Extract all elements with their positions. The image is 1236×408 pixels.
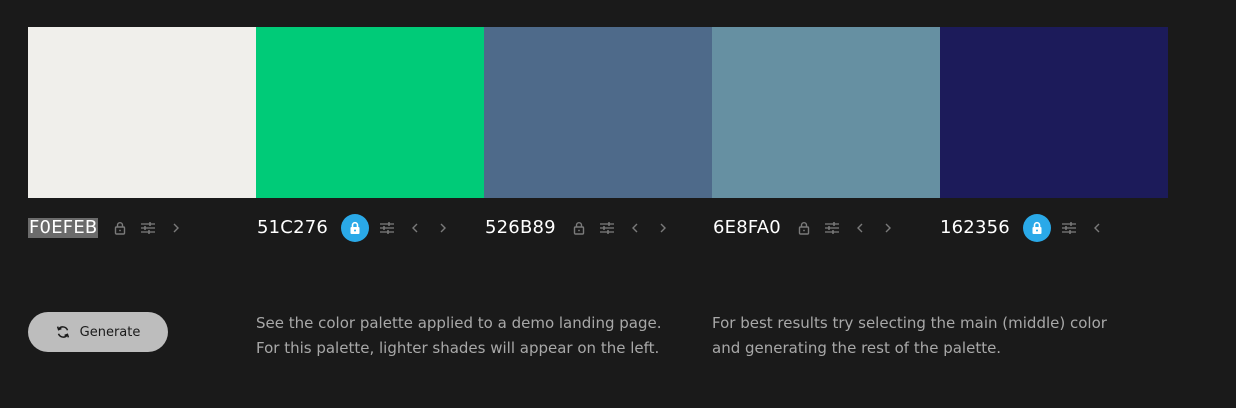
chevron-left-icon[interactable]: [625, 216, 645, 240]
color-swatch-3[interactable]: [484, 27, 712, 198]
palette-swatches: [28, 27, 1168, 198]
chevron-left-icon[interactable]: [1087, 216, 1107, 240]
refresh-icon: [56, 325, 70, 339]
hex-code[interactable]: 526B89: [484, 218, 557, 238]
sliders-icon[interactable]: [377, 216, 397, 240]
color-controls-2: 51C276: [256, 210, 461, 246]
lock-icon[interactable]: [1022, 214, 1051, 242]
sliders-icon[interactable]: [1059, 216, 1079, 240]
lock-icon[interactable]: [569, 216, 589, 240]
hex-code[interactable]: F0EFEB: [28, 218, 99, 238]
tip-info-line-2: and generating the rest of the palette.: [712, 339, 1002, 357]
color-swatch-2[interactable]: [256, 27, 484, 198]
generate-button[interactable]: Generate: [28, 312, 168, 352]
sliders-icon[interactable]: [822, 216, 842, 240]
demo-info-line-1: See the color palette applied to a demo …: [256, 314, 662, 332]
hex-code[interactable]: 6E8FA0: [712, 218, 782, 238]
hex-code[interactable]: 162356: [939, 218, 1011, 238]
sliders-icon[interactable]: [597, 216, 617, 240]
hex-code[interactable]: 51C276: [256, 218, 329, 238]
lock-icon[interactable]: [341, 214, 370, 242]
generate-label: Generate: [79, 324, 141, 340]
demo-info-line-2: For this palette, lighter shades will ap…: [256, 339, 660, 357]
color-controls-3: 526B89: [484, 210, 681, 246]
color-swatch-5[interactable]: [940, 27, 1168, 198]
demo-info: See the color palette applied to a demo …: [256, 311, 661, 361]
color-swatch-4[interactable]: [712, 27, 940, 198]
color-swatch-1[interactable]: [28, 27, 256, 198]
color-controls-4: 6E8FA0: [712, 210, 906, 246]
palette-generator: F0EFEB 51C276 526B89 6E8FA0 162356 Gener…: [0, 0, 1236, 408]
chevron-left-icon[interactable]: [850, 216, 870, 240]
palette-labels: F0EFEB 51C276 526B89 6E8FA0 162356: [28, 210, 1188, 246]
color-controls-5: 162356: [939, 210, 1115, 246]
tip-info: For best results try selecting the main …: [712, 311, 1107, 361]
tip-info-line-1: For best results try selecting the main …: [712, 314, 1107, 332]
chevron-left-icon[interactable]: [405, 216, 425, 240]
chevron-right-icon[interactable]: [433, 216, 453, 240]
chevron-right-icon[interactable]: [878, 216, 898, 240]
lock-icon[interactable]: [110, 216, 130, 240]
color-controls-1: F0EFEB: [28, 210, 194, 246]
sliders-icon[interactable]: [138, 216, 158, 240]
chevron-right-icon[interactable]: [653, 216, 673, 240]
lock-icon[interactable]: [794, 216, 814, 240]
chevron-right-icon[interactable]: [166, 216, 186, 240]
